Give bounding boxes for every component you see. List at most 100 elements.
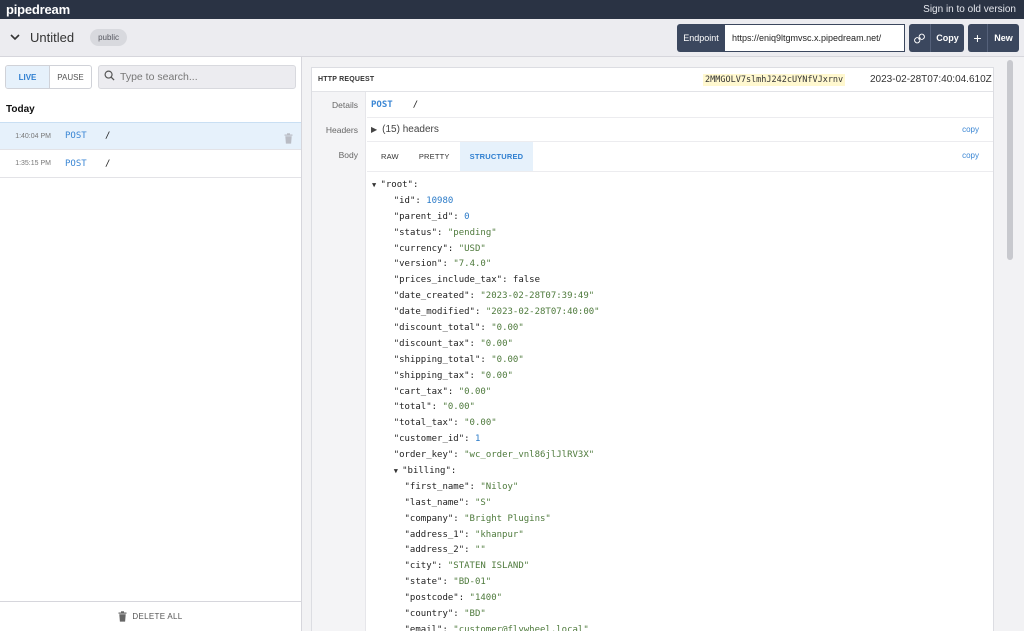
trash-icon[interactable] [284,131,293,149]
trash-icon [118,611,127,622]
tab-raw[interactable]: RAW [367,142,409,171]
json-key: "root" [380,180,413,190]
request-row[interactable]: 1:40:04 PM POST / [0,122,301,150]
live-button[interactable]: LIVE [6,66,49,88]
json-value: "khanpur" [474,529,524,540]
json-tree-line: "date_modified": "2023-02-28T07:40:00" [372,305,600,321]
json-tree-line: "order_key": "wc_order_vnl86jlJlRV3X" [372,448,600,464]
json-separator: : [453,211,465,222]
json-value: "" [474,545,486,556]
json-value: "0.00" [464,418,497,429]
live-pause-toggle: LIVE PAUSE [5,65,92,89]
json-value: "wc_order_vnl86jlJlRV3X" [464,450,595,461]
body-tabs-row: RAW PRETTY STRUCTURED copy [367,142,993,172]
json-key: "country" [404,609,454,620]
json-separator: : [469,370,481,381]
json-tree-line: "discount_total": "0.00" [372,321,600,337]
json-value: 0 [464,211,470,222]
json-value: "2023-02-28T07:39:49" [480,291,595,302]
tab-pretty[interactable]: PRETTY [409,142,460,171]
json-tree-line: "date_created": "2023-02-28T07:39:49" [372,289,600,305]
json-tree-line: "id": 10980 [372,194,600,210]
new-button-label: New [994,33,1013,43]
sign-in-old-version-link[interactable]: Sign in to old version [923,4,1016,15]
collapse-caret-icon[interactable]: ▼ [394,467,402,475]
json-value: "pending" [447,227,497,238]
endpoint-url[interactable]: https://eniq9ltgmvsc.x.pipedream.net/ [725,24,905,52]
json-key: "date_created" [393,291,470,302]
copy-endpoint-button[interactable]: Copy [909,24,964,52]
json-separator: : [437,227,448,238]
delete-all-button[interactable]: DELETE ALL [0,601,301,631]
json-key: "state" [404,577,443,588]
json-key: "version" [393,259,443,270]
new-bin-button[interactable]: + New [968,24,1019,52]
json-key: "postcode" [404,593,459,604]
json-separator: : [431,402,443,413]
json-tree-line: "total_tax": "0.00" [372,416,600,432]
json-key: "city" [404,561,438,572]
json-value: "customer@flywheel.local" [453,624,589,631]
section-label: HTTP REQUEST [318,76,375,83]
json-value: "0.00" [458,386,492,397]
group-label-today: Today [6,104,35,115]
scrollbar-thumb[interactable] [1007,60,1013,260]
json-tree-line: "company": "Bright Plugins" [372,512,600,528]
http-request-card: HTTP REQUEST 2MMGOLV7slmhJ242cUYNfVJxrnv… [311,67,994,631]
json-separator: : [480,323,492,334]
json-separator: : [442,624,454,631]
json-value: "BD" [464,609,486,620]
json-key: "shipping_tax" [393,370,470,381]
headers-summary[interactable]: (15) headers [382,124,439,135]
json-tree-line: "currency": "USD" [372,242,600,258]
json-key: "discount_tax" [393,338,470,349]
request-row[interactable]: 1:35:15 PM POST / [0,150,301,178]
json-separator: : [453,418,465,429]
json-tree-line: ▼ "billing": [372,464,600,480]
search-icon [104,68,115,86]
json-separator: : [450,466,457,477]
pause-button[interactable]: PAUSE [49,66,91,88]
json-separator: : [415,195,427,206]
copy-body-link[interactable]: copy [962,151,979,160]
json-value: 10980 [426,195,454,206]
endpoint-label: Endpoint [677,24,725,52]
json-tree-line: "customer_id": 1 [372,432,600,448]
endpoint-field: Endpoint https://eniq9ltgmvsc.x.pipedrea… [677,24,905,52]
json-tree-line: "discount_tax": "0.00" [372,337,600,353]
request-time: 1:40:04 PM [15,132,51,140]
json-key: "total_tax" [393,418,454,429]
json-value: 1 [474,434,481,445]
json-separator: : [453,609,465,620]
requests-sidebar: LIVE PAUSE Today 1:40:04 PM POST / 1:35:… [0,57,302,631]
copy-headers-link[interactable]: copy [962,125,979,134]
headers-row[interactable]: ▶ (15) headers copy [367,118,993,142]
body-label: Body [338,150,358,160]
json-tree-line: "version": "7.4.0" [372,257,600,273]
expand-caret-icon[interactable]: ▶ [371,125,377,134]
json-value: "0.00" [480,338,513,349]
visibility-badge[interactable]: public [90,29,127,46]
json-separator: : [442,577,454,588]
json-tree-line: "state": "BD-01" [372,575,600,591]
chevron-down-icon[interactable] [8,31,22,45]
json-separator: : [469,481,481,492]
json-key: "parent_id" [393,211,454,222]
json-tree-line: "email": "customer@flywheel.local" [372,623,600,631]
tab-structured[interactable]: STRUCTURED [459,142,534,171]
request-time: 1:35:15 PM [15,160,51,167]
json-key: "order_key" [393,450,454,461]
json-tree-line: "status": "pending" [372,226,600,242]
request-method: POST [65,158,87,169]
bin-title[interactable]: Untitled [30,30,74,45]
json-tree-line: "address_2": "" [372,543,600,559]
request-id[interactable]: 2MMGOLV7slmhJ242cUYNfVJxrnv [703,74,846,86]
json-tree-line: "country": "BD" [372,607,600,623]
json-separator: : [469,291,481,302]
search-input[interactable] [120,71,290,83]
json-separator: : [464,545,475,556]
json-value: "7.4.0" [453,259,492,270]
pipedream-logo[interactable]: pipedream [6,2,70,17]
request-path: / [105,158,111,169]
json-tree-line: ▼ "root": [372,178,600,194]
